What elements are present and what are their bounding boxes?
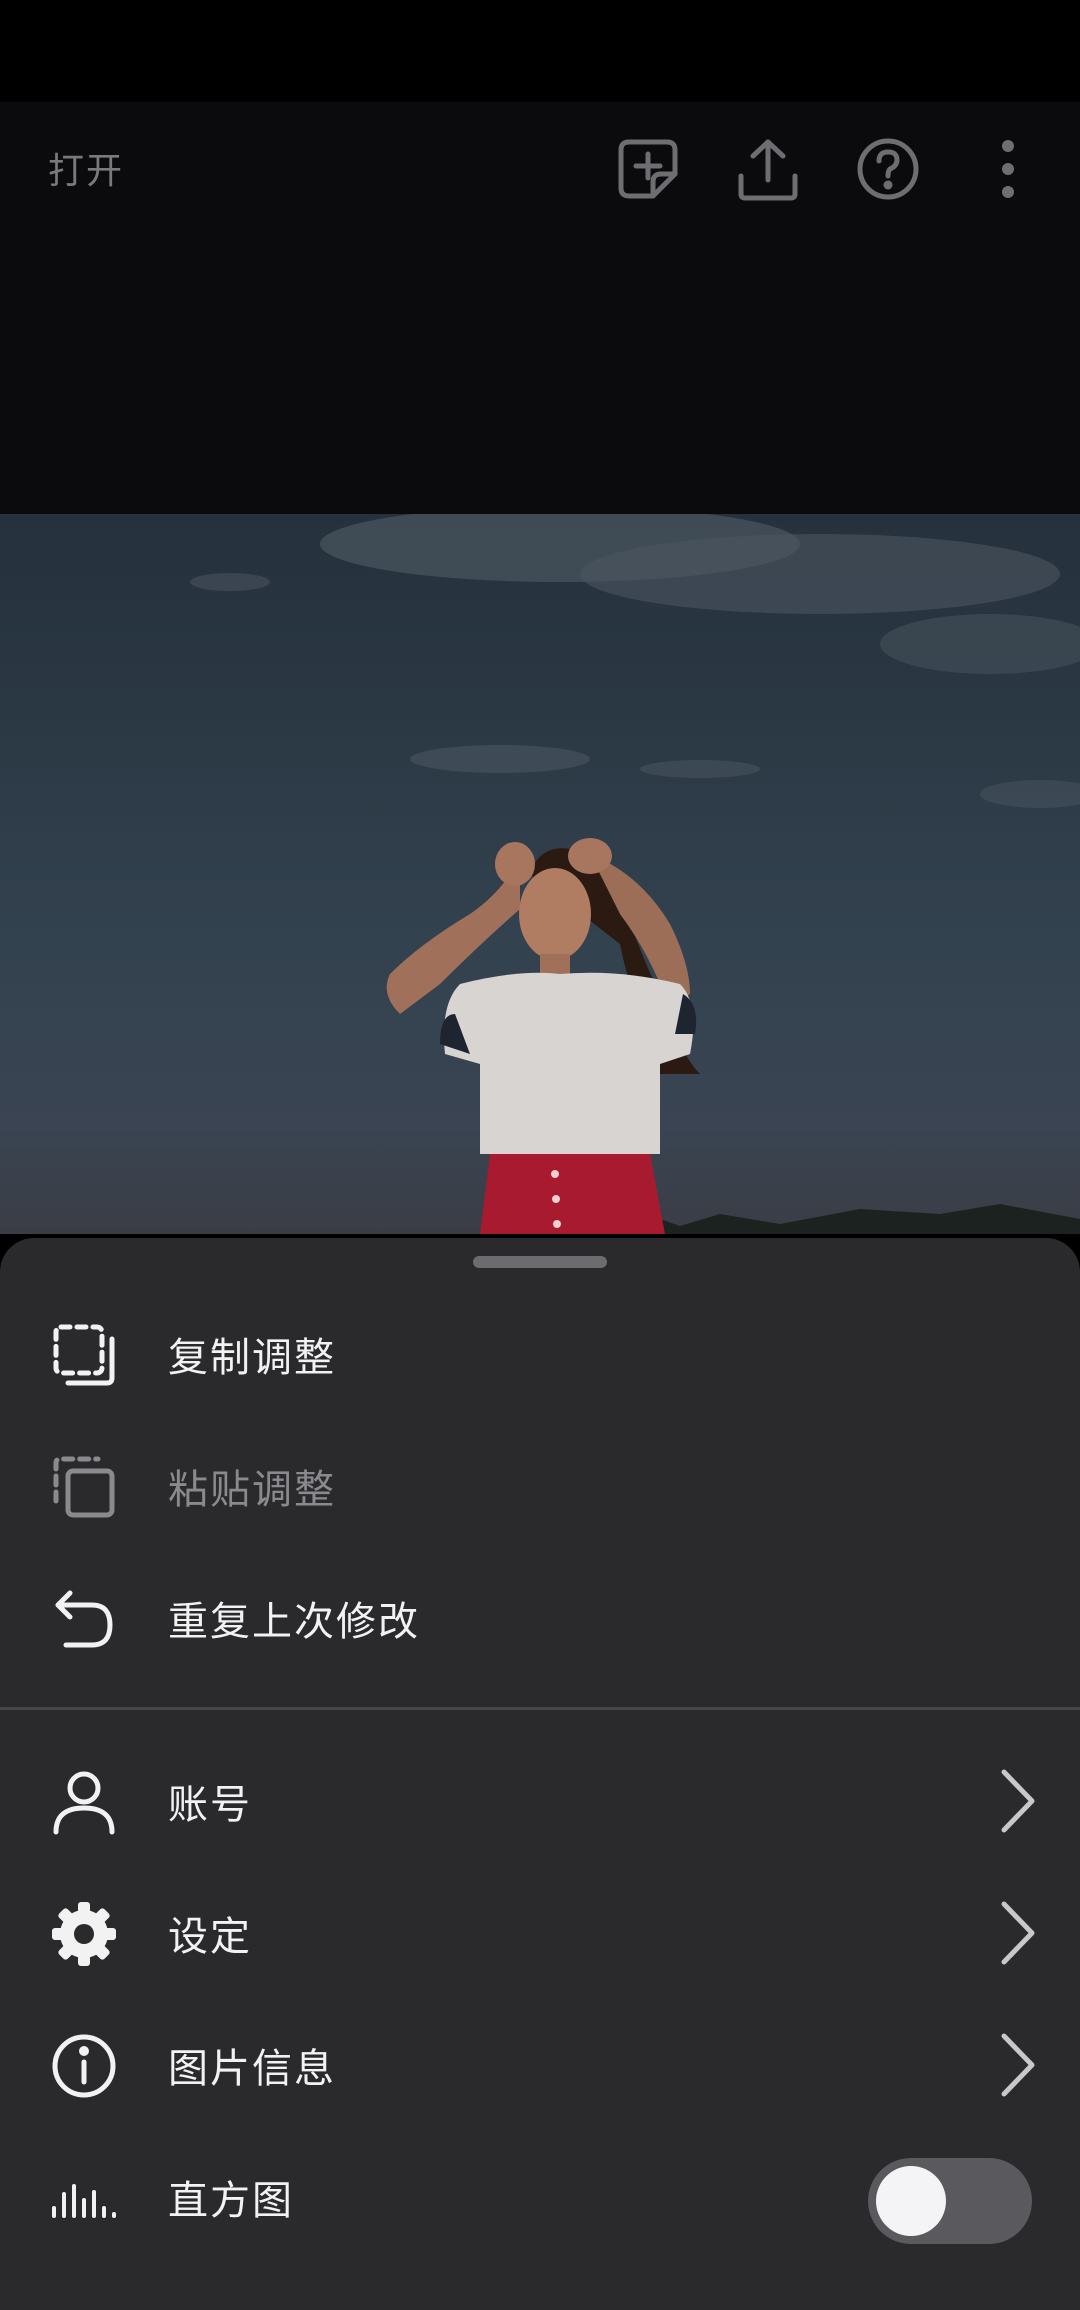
copy-adjustments-item[interactable]: 复制调整 bbox=[0, 1291, 1080, 1411]
histogram-toggle[interactable] bbox=[868, 2158, 1032, 2244]
menu-label: 直方图 bbox=[168, 2178, 294, 2224]
menu-label: 粘贴调整 bbox=[168, 1467, 336, 1513]
copy-adjustments-icon bbox=[50, 1321, 118, 1389]
image-info-item[interactable]: 图片信息 bbox=[0, 2002, 1080, 2122]
settings-item[interactable]: 设定 bbox=[0, 1870, 1080, 1990]
chevron-right-icon bbox=[996, 1898, 1040, 1968]
help-icon[interactable] bbox=[853, 134, 923, 204]
divider bbox=[0, 1707, 1080, 1710]
account-item[interactable]: 账号 bbox=[0, 1738, 1080, 1858]
open-button[interactable]: 打开 bbox=[48, 142, 124, 194]
menu-label: 重复上次修改 bbox=[168, 1599, 420, 1645]
menu-label: 账号 bbox=[168, 1782, 252, 1828]
repeat-last-edit-item[interactable]: 重复上次修改 bbox=[0, 1555, 1080, 1675]
menu-label: 设定 bbox=[168, 1914, 252, 1960]
share-icon[interactable] bbox=[733, 134, 803, 204]
histogram-item[interactable]: 直方图 bbox=[0, 2134, 1080, 2254]
info-icon bbox=[50, 2032, 118, 2100]
chevron-right-icon bbox=[996, 2030, 1040, 2100]
toggle-knob bbox=[876, 2166, 946, 2236]
chevron-right-icon bbox=[996, 1766, 1040, 1836]
paste-adjustments-item[interactable]: 粘贴调整 bbox=[0, 1423, 1080, 1543]
histogram-icon bbox=[50, 2164, 118, 2232]
menu-label: 图片信息 bbox=[168, 2046, 336, 2092]
status-bar bbox=[0, 0, 1080, 102]
more-vert-icon[interactable] bbox=[973, 134, 1043, 204]
paste-adjustments-icon bbox=[50, 1453, 118, 1521]
add-file-icon[interactable] bbox=[613, 134, 683, 204]
drag-handle[interactable] bbox=[473, 1256, 607, 1268]
menu-label: 复制调整 bbox=[168, 1335, 336, 1381]
person-icon bbox=[50, 1768, 118, 1836]
gear-icon bbox=[50, 1900, 118, 1968]
bottom-sheet-menu: 复制调整 粘贴调整 重复上次修改 账号 设定 图片信息 直方图 bbox=[0, 1238, 1080, 2310]
photo-preview[interactable] bbox=[0, 514, 1080, 1234]
undo-arrow-icon bbox=[50, 1585, 118, 1653]
